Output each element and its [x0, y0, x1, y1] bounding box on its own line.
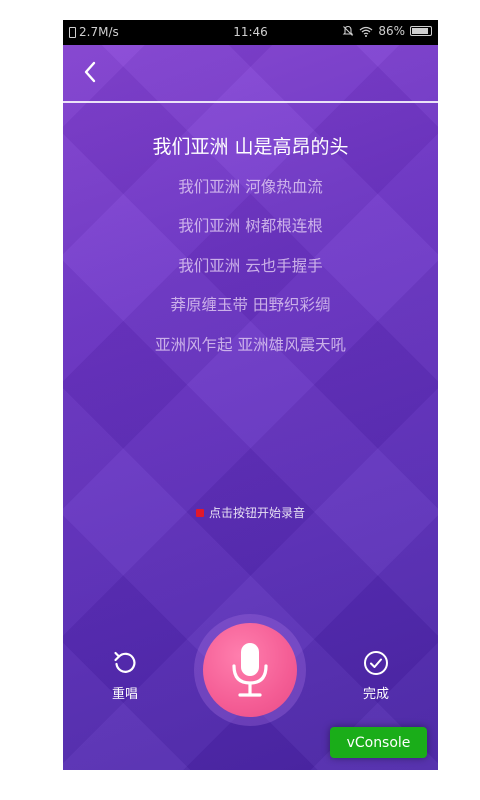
- retry-label: 重唱: [111, 687, 138, 702]
- lyric-line: 亚洲风乍起 亚洲雄风震天吼: [155, 335, 346, 354]
- lyric-line: 我们亚洲 树都根连根: [178, 217, 323, 236]
- done-button[interactable]: 完成: [346, 650, 406, 702]
- battery-percent: 86%: [378, 24, 405, 38]
- record-hint-text: 点击按钮开始录音: [208, 506, 305, 520]
- mic-button-ring: [194, 614, 306, 726]
- wifi-icon: [359, 26, 373, 37]
- done-label: 完成: [362, 687, 389, 702]
- vconsole-button[interactable]: vConsole: [330, 727, 427, 758]
- chevron-left-icon: [84, 61, 96, 83]
- record-hint: 点击按钮开始录音: [63, 504, 438, 521]
- back-button[interactable]: [75, 57, 105, 87]
- redo-icon: [114, 651, 136, 673]
- retry-button[interactable]: 重唱: [95, 650, 155, 702]
- lyric-line: 莽原缠玉带 田野织彩绸: [170, 296, 331, 315]
- header: [63, 45, 438, 103]
- lyric-line: 我们亚洲 云也手握手: [178, 256, 323, 275]
- record-indicator-icon: [195, 508, 204, 517]
- status-right: 86%: [342, 24, 432, 38]
- lyric-line-current: 我们亚洲 山是高昂的头: [152, 136, 349, 158]
- check-circle-icon: [364, 651, 388, 675]
- battery-icon: [410, 26, 432, 36]
- status-bar: 2.7M/s 11:46 86%: [63, 20, 438, 45]
- mute-icon: [343, 25, 354, 36]
- recording-screen: 2.7M/s 11:46 86% 我们亚洲 山是高昂的头 我们亚洲 河像热血流 …: [63, 20, 438, 770]
- record-button[interactable]: [203, 623, 297, 717]
- lyrics-list: 我们亚洲 山是高昂的头 我们亚洲 河像热血流 我们亚洲 树都根连根 我们亚洲 云…: [63, 128, 438, 366]
- lyric-line: 我们亚洲 河像热血流: [178, 177, 323, 196]
- microphone-icon: [232, 643, 268, 697]
